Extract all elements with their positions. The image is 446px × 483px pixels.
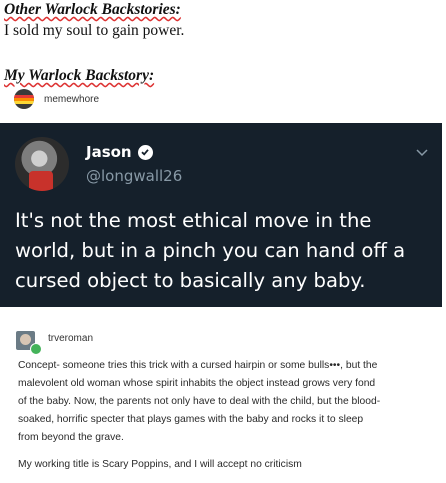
reply-paragraph-2: My working title is Scary Poppins, and I… — [18, 459, 302, 470]
post-header: memewhore — [14, 89, 99, 109]
heading-my-backstory: My Warlock Backstory: — [4, 67, 155, 84]
tweet-author[interactable]: Jason — [86, 143, 153, 161]
chevron-down-icon[interactable] — [416, 144, 428, 162]
tweet-card: Jason @longwall26 It's not the most ethi… — [0, 123, 442, 307]
tweet-handle[interactable]: @longwall26 — [86, 167, 182, 185]
heading-other-backstories: Other Warlock Backstories: — [4, 1, 181, 18]
tweet-author-name: Jason — [86, 143, 132, 161]
verified-icon — [137, 144, 153, 160]
tweet-text: It's not the most ethical move in the wo… — [15, 209, 406, 292]
reply-username[interactable]: trveroman — [48, 333, 93, 344]
reblog-badge-icon — [30, 343, 42, 355]
tweet-avatar[interactable] — [15, 137, 69, 191]
post-avatar[interactable] — [14, 89, 34, 109]
other-backstory-text: I sold my soul to gain power. — [4, 22, 185, 39]
post-username[interactable]: memewhore — [44, 94, 99, 105]
reply-paragraph-1: Concept- someone tries this trick with a… — [18, 360, 381, 443]
